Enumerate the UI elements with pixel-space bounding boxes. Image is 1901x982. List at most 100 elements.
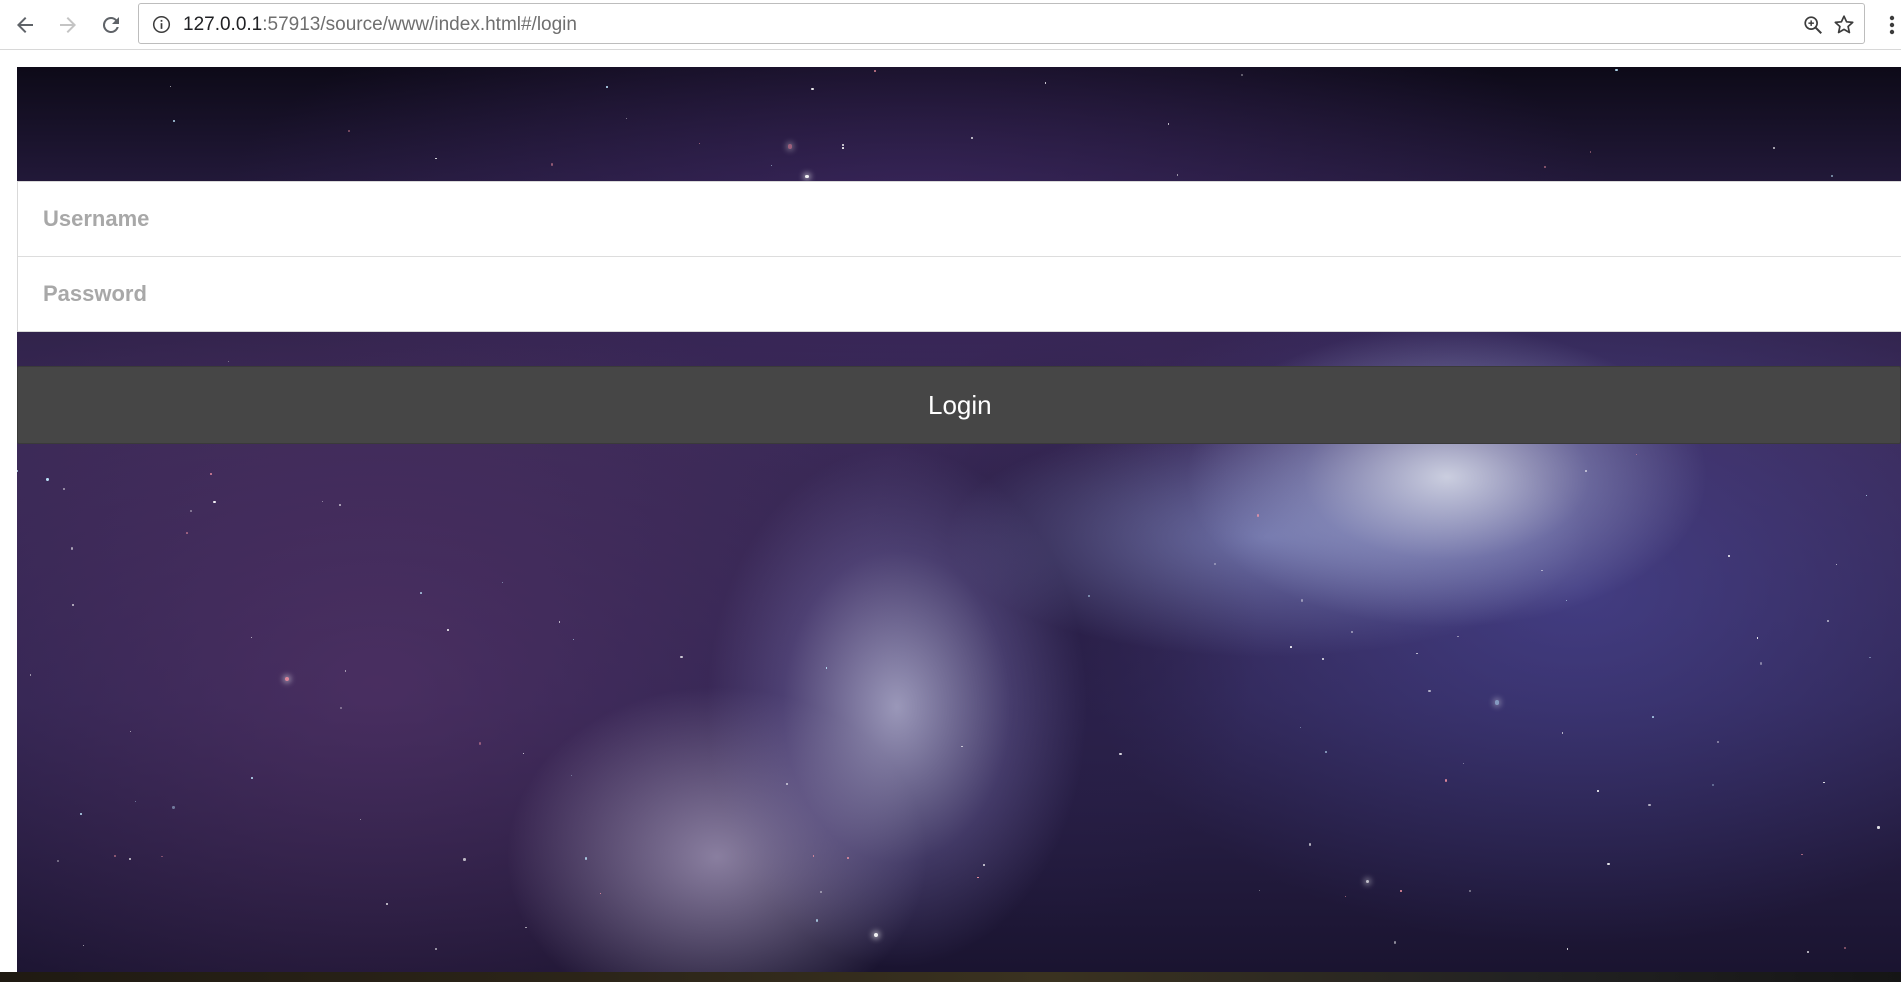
star-dot (80, 812, 83, 815)
star-dot (811, 87, 814, 91)
star-icon[interactable] (1832, 13, 1856, 37)
password-input[interactable] (43, 257, 1901, 331)
star-dot (558, 621, 561, 623)
star-dot (572, 638, 575, 641)
star-dot (805, 174, 810, 179)
star-dot (1561, 732, 1564, 734)
star-dot (17, 470, 19, 472)
browser-toolbar: 127.0.0.1:57913/source/www/index.html#/l… (0, 0, 1901, 50)
star-dot (874, 70, 877, 73)
star-dot (1321, 657, 1324, 661)
star-dot (130, 730, 132, 732)
star-dot (161, 855, 163, 858)
star-dot (339, 504, 341, 507)
star-dot (434, 157, 437, 160)
star-dot (1257, 514, 1260, 517)
star-dot (874, 932, 879, 937)
star-dot (419, 591, 422, 594)
star-dot (128, 858, 131, 861)
star-dot (434, 948, 437, 951)
star-dot (446, 629, 449, 631)
username-row (18, 182, 1901, 256)
star-dot (1773, 147, 1776, 150)
star-dot (347, 130, 350, 133)
back-button[interactable] (10, 10, 40, 40)
star-dot (250, 637, 252, 639)
star-dot (339, 706, 343, 710)
star-dot (1044, 81, 1047, 84)
star-dot (961, 745, 963, 748)
star-dot (1301, 599, 1304, 602)
star-dot (771, 164, 773, 166)
star-dot (982, 864, 985, 866)
star-dot (1469, 889, 1472, 892)
star-dot (605, 86, 608, 89)
star-dot (1240, 73, 1244, 77)
star-dot (1176, 174, 1179, 176)
star-dot (570, 774, 572, 776)
star-dot (1494, 700, 1499, 705)
star-dot (1540, 569, 1543, 572)
star-dot (71, 547, 74, 550)
star-dot (186, 532, 188, 534)
star-dot (847, 856, 850, 859)
star-dot (525, 926, 527, 929)
star-dot (1428, 689, 1431, 693)
star-dot (1830, 175, 1834, 178)
star-dot (478, 742, 482, 745)
star-dot (114, 855, 116, 857)
zoom-in-icon[interactable] (1802, 14, 1824, 36)
star-dot (841, 147, 844, 149)
arrow-right-icon (60, 17, 76, 33)
info-icon[interactable] (152, 15, 171, 34)
address-bar[interactable]: 127.0.0.1:57913/source/www/index.html#/l… (138, 3, 1865, 44)
star-dot (1844, 947, 1847, 950)
star-dot (1393, 941, 1397, 944)
bottom-image-strip (0, 972, 1901, 982)
star-dot (1827, 619, 1830, 622)
star-dot (1869, 656, 1871, 659)
star-dot (1457, 635, 1459, 638)
star-dot (1258, 889, 1261, 891)
star-dot (1399, 890, 1402, 893)
star-dot (83, 944, 85, 946)
star-dot (1727, 554, 1730, 558)
kebab-menu-icon[interactable] (1885, 10, 1899, 40)
reload-button[interactable] (96, 10, 126, 40)
forward-button[interactable] (53, 10, 83, 40)
star-dot (1299, 726, 1302, 729)
star-dot (787, 144, 793, 149)
star-dot (1823, 781, 1825, 783)
star-dot (72, 604, 74, 606)
star-dot (210, 472, 213, 475)
star-dot (1365, 880, 1370, 884)
star-dot (172, 806, 175, 809)
star-dot (812, 855, 815, 857)
star-dot (463, 858, 466, 861)
username-input[interactable] (43, 182, 1901, 256)
star-dot (815, 919, 819, 922)
star-dot (1759, 662, 1762, 665)
star-dot (30, 674, 32, 676)
star-dot (1648, 804, 1651, 807)
star-dot (1543, 166, 1546, 169)
star-dot (698, 142, 701, 145)
login-button-label: Login (928, 390, 992, 420)
star-dot (599, 892, 601, 895)
star-dot (1756, 637, 1758, 639)
star-dot (680, 656, 683, 659)
star-dot (46, 478, 49, 481)
star-dot (62, 487, 66, 490)
password-row (18, 256, 1901, 331)
star-dot (172, 119, 175, 122)
star-dot (1584, 470, 1587, 473)
star-dot (1444, 779, 1447, 782)
star-dot (345, 670, 347, 672)
star-dot (1168, 123, 1170, 125)
star-dot (1635, 454, 1637, 456)
star-dot (1615, 68, 1618, 72)
login-button[interactable]: Login (17, 366, 1901, 444)
url-text[interactable]: 127.0.0.1:57913/source/www/index.html#/l… (183, 4, 577, 45)
star-dot (1214, 563, 1217, 566)
star-dot (971, 137, 973, 139)
